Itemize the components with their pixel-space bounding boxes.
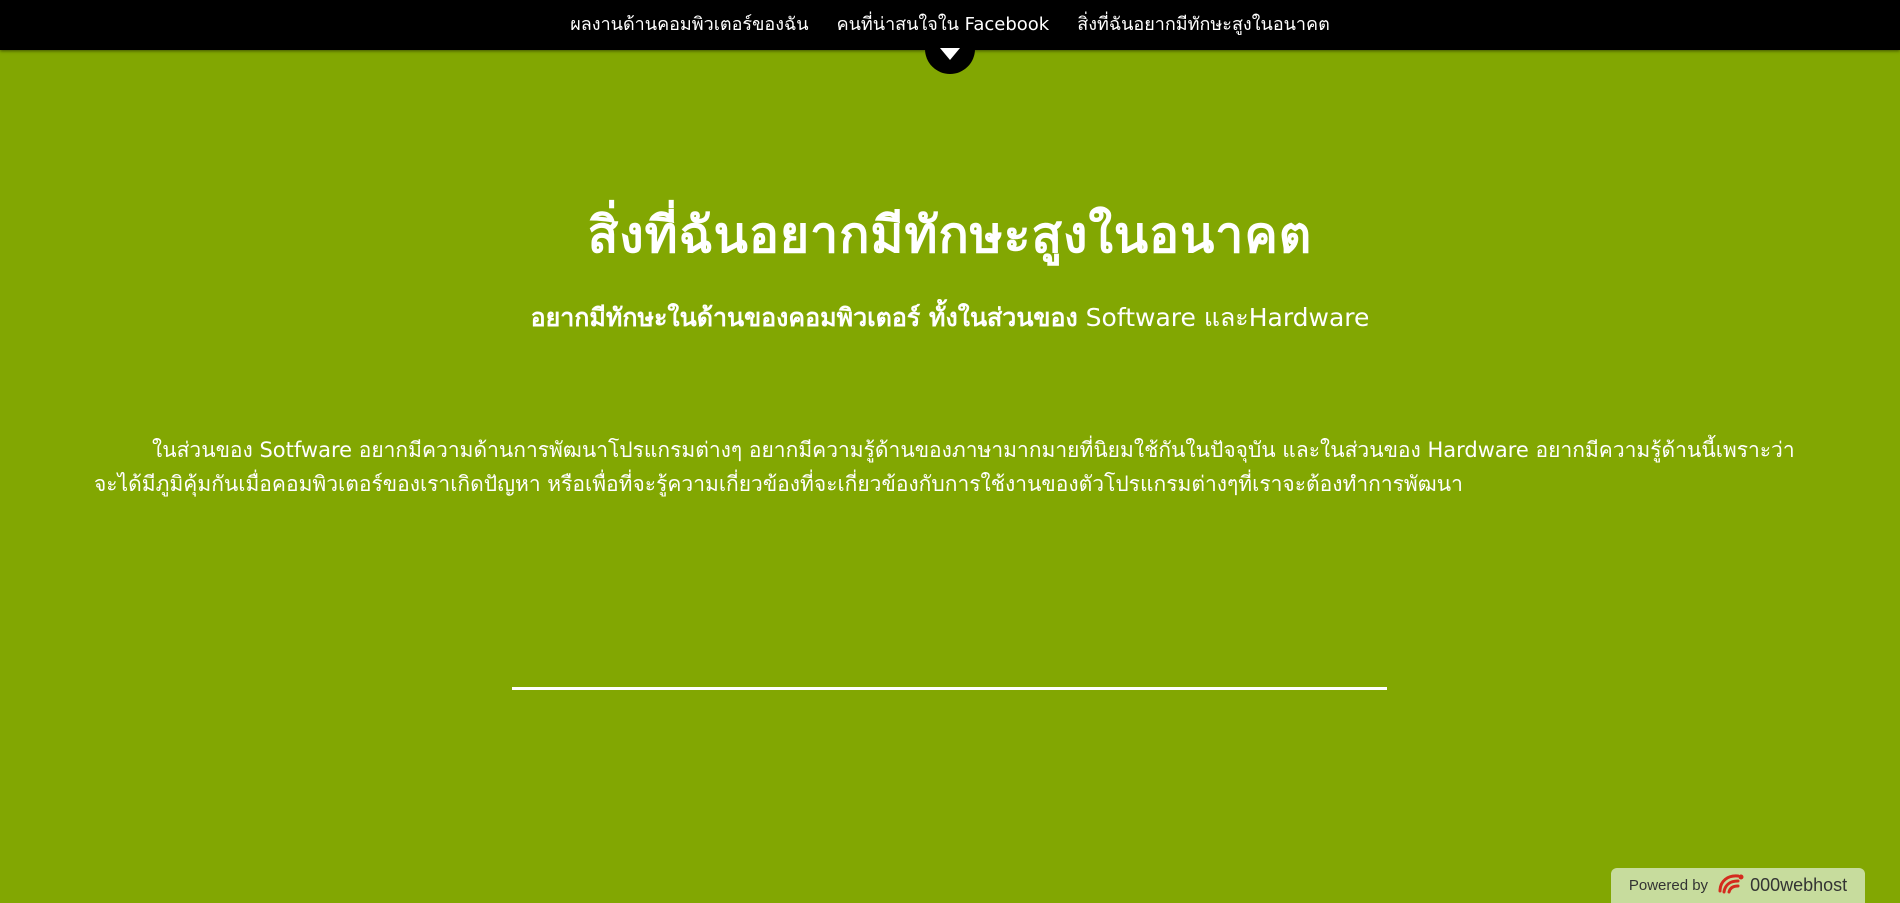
page-title: สิ่งที่ฉันอยากมีทักษะสูงในอนาคต: [587, 206, 1313, 264]
subtitle-text: Software และHardware: [1077, 303, 1370, 332]
content-paragraph: ในส่วนของ Sotfware อยากมีความด้านการพัฒน…: [94, 438, 1795, 496]
nav-item-future-skills[interactable]: สิ่งที่ฉันอยากมีทักษะสูงในอนาคต: [1077, 0, 1330, 50]
subtitle-bold-text: อยากมีทักษะในด้านของคอมพิวเตอร์ ทั้งในส่…: [530, 303, 1078, 332]
nav-item-computer-works[interactable]: ผลงานด้านคอมพิวเตอร์ของฉัน: [570, 0, 808, 50]
brand-name: 000webhost: [1750, 875, 1848, 895]
page-subtitle: อยากมีทักษะในด้านของคอมพิวเตอร์ ทั้งในส่…: [0, 298, 1900, 338]
section-divider: [512, 687, 1387, 690]
powered-by-badge[interactable]: Powered by 000webhost: [1611, 868, 1865, 903]
nav-toggle-button[interactable]: [925, 32, 975, 74]
powered-by-label: Powered by: [1628, 877, 1709, 894]
webhost-logo-icon: [1716, 871, 1746, 900]
triangle-down-icon: [940, 48, 960, 60]
